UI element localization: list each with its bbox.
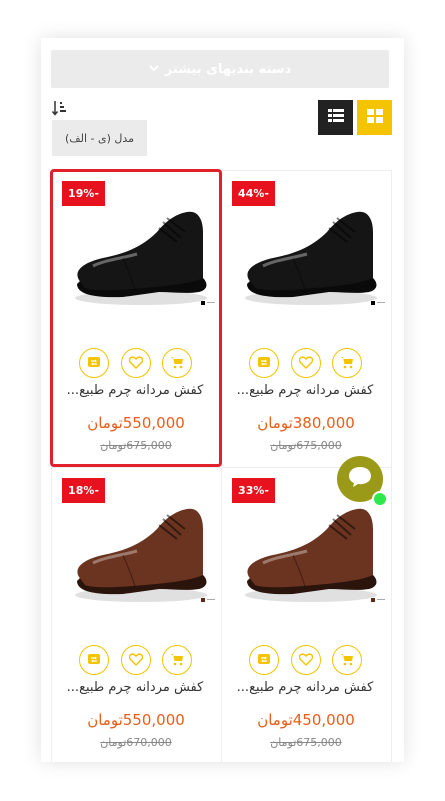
wishlist-button[interactable] [291, 348, 321, 378]
more-categories-button[interactable]: دسته بندیهای بیشتر [51, 50, 389, 88]
compare-icon [87, 354, 101, 373]
product-image[interactable] [233, 192, 383, 312]
sort-selected-value: مدل (ی - الف) [64, 131, 135, 145]
heart-icon [128, 651, 144, 670]
compare-icon [87, 651, 101, 670]
product-old-price: 675,000تومان [100, 439, 172, 452]
chat-icon [347, 465, 373, 493]
product-price: 380,000تومان [257, 414, 355, 432]
compare-button[interactable] [249, 348, 279, 378]
online-status-dot [372, 491, 388, 507]
product-price: 550,000تومان [87, 711, 185, 729]
product-price: 450,000تومان [257, 711, 355, 729]
product-image[interactable] [63, 192, 213, 312]
add-to-cart-button[interactable] [162, 348, 192, 378]
product-old-price: 675,000تومان [270, 439, 342, 452]
brand-logo [371, 300, 387, 306]
compare-icon [257, 354, 271, 373]
add-to-cart-button[interactable] [332, 645, 362, 675]
sort-select[interactable]: مدل (ی - الف) [52, 120, 147, 156]
product-title[interactable]: کفش مردانه چرم طبیع... [55, 680, 215, 700]
heart-icon [128, 354, 144, 373]
grid-view-icon [366, 108, 383, 127]
product-old-price: 670,000تومان [100, 736, 172, 749]
product-title[interactable]: کفش مردانه چرم طبیع... [225, 383, 385, 403]
list-view-icon [327, 108, 344, 127]
wishlist-button[interactable] [121, 645, 151, 675]
compare-button[interactable] [79, 348, 109, 378]
product-card[interactable]: 18%- کفش مردانه چرم طبیع... 550,000تومان… [51, 467, 221, 762]
heart-icon [298, 651, 314, 670]
brand-logo [371, 597, 387, 603]
product-card[interactable]: 33%- کفش مردانه چرم طبیع... 450,000تومان… [221, 467, 391, 762]
compare-icon [257, 651, 271, 670]
list-view-button[interactable] [318, 100, 353, 135]
brand-logo [201, 597, 217, 603]
cart-icon [170, 651, 184, 670]
add-to-cart-button[interactable] [162, 645, 192, 675]
cart-icon [340, 354, 354, 373]
product-title[interactable]: کفش مردانه چرم طبیع... [55, 383, 215, 403]
chevron-down-icon [149, 63, 159, 76]
product-image[interactable] [63, 489, 213, 609]
grid-view-button[interactable] [357, 100, 392, 135]
product-title[interactable]: کفش مردانه چرم طبیع... [225, 680, 385, 700]
add-to-cart-button[interactable] [332, 348, 362, 378]
more-categories-label: دسته بندیهای بیشتر [164, 61, 292, 77]
product-listing: دسته بندیهای بیشتر مدل (ی - الف) 19%- کف… [41, 38, 404, 762]
heart-icon [298, 354, 314, 373]
cart-icon [170, 354, 184, 373]
product-image[interactable] [233, 489, 383, 609]
brand-logo [201, 300, 217, 306]
wishlist-button[interactable] [291, 645, 321, 675]
product-old-price: 675,000تومان [270, 736, 342, 749]
product-card[interactable]: 19%- کفش مردانه چرم طبیع... 550,000تومان… [50, 169, 222, 467]
wishlist-button[interactable] [121, 348, 151, 378]
sort-icon[interactable] [51, 100, 68, 116]
product-card[interactable]: 44%- کفش مردانه چرم طبیع... 380,000تومان… [221, 170, 391, 466]
compare-button[interactable] [249, 645, 279, 675]
cart-icon [340, 651, 354, 670]
product-price: 550,000تومان [87, 414, 185, 432]
compare-button[interactable] [79, 645, 109, 675]
